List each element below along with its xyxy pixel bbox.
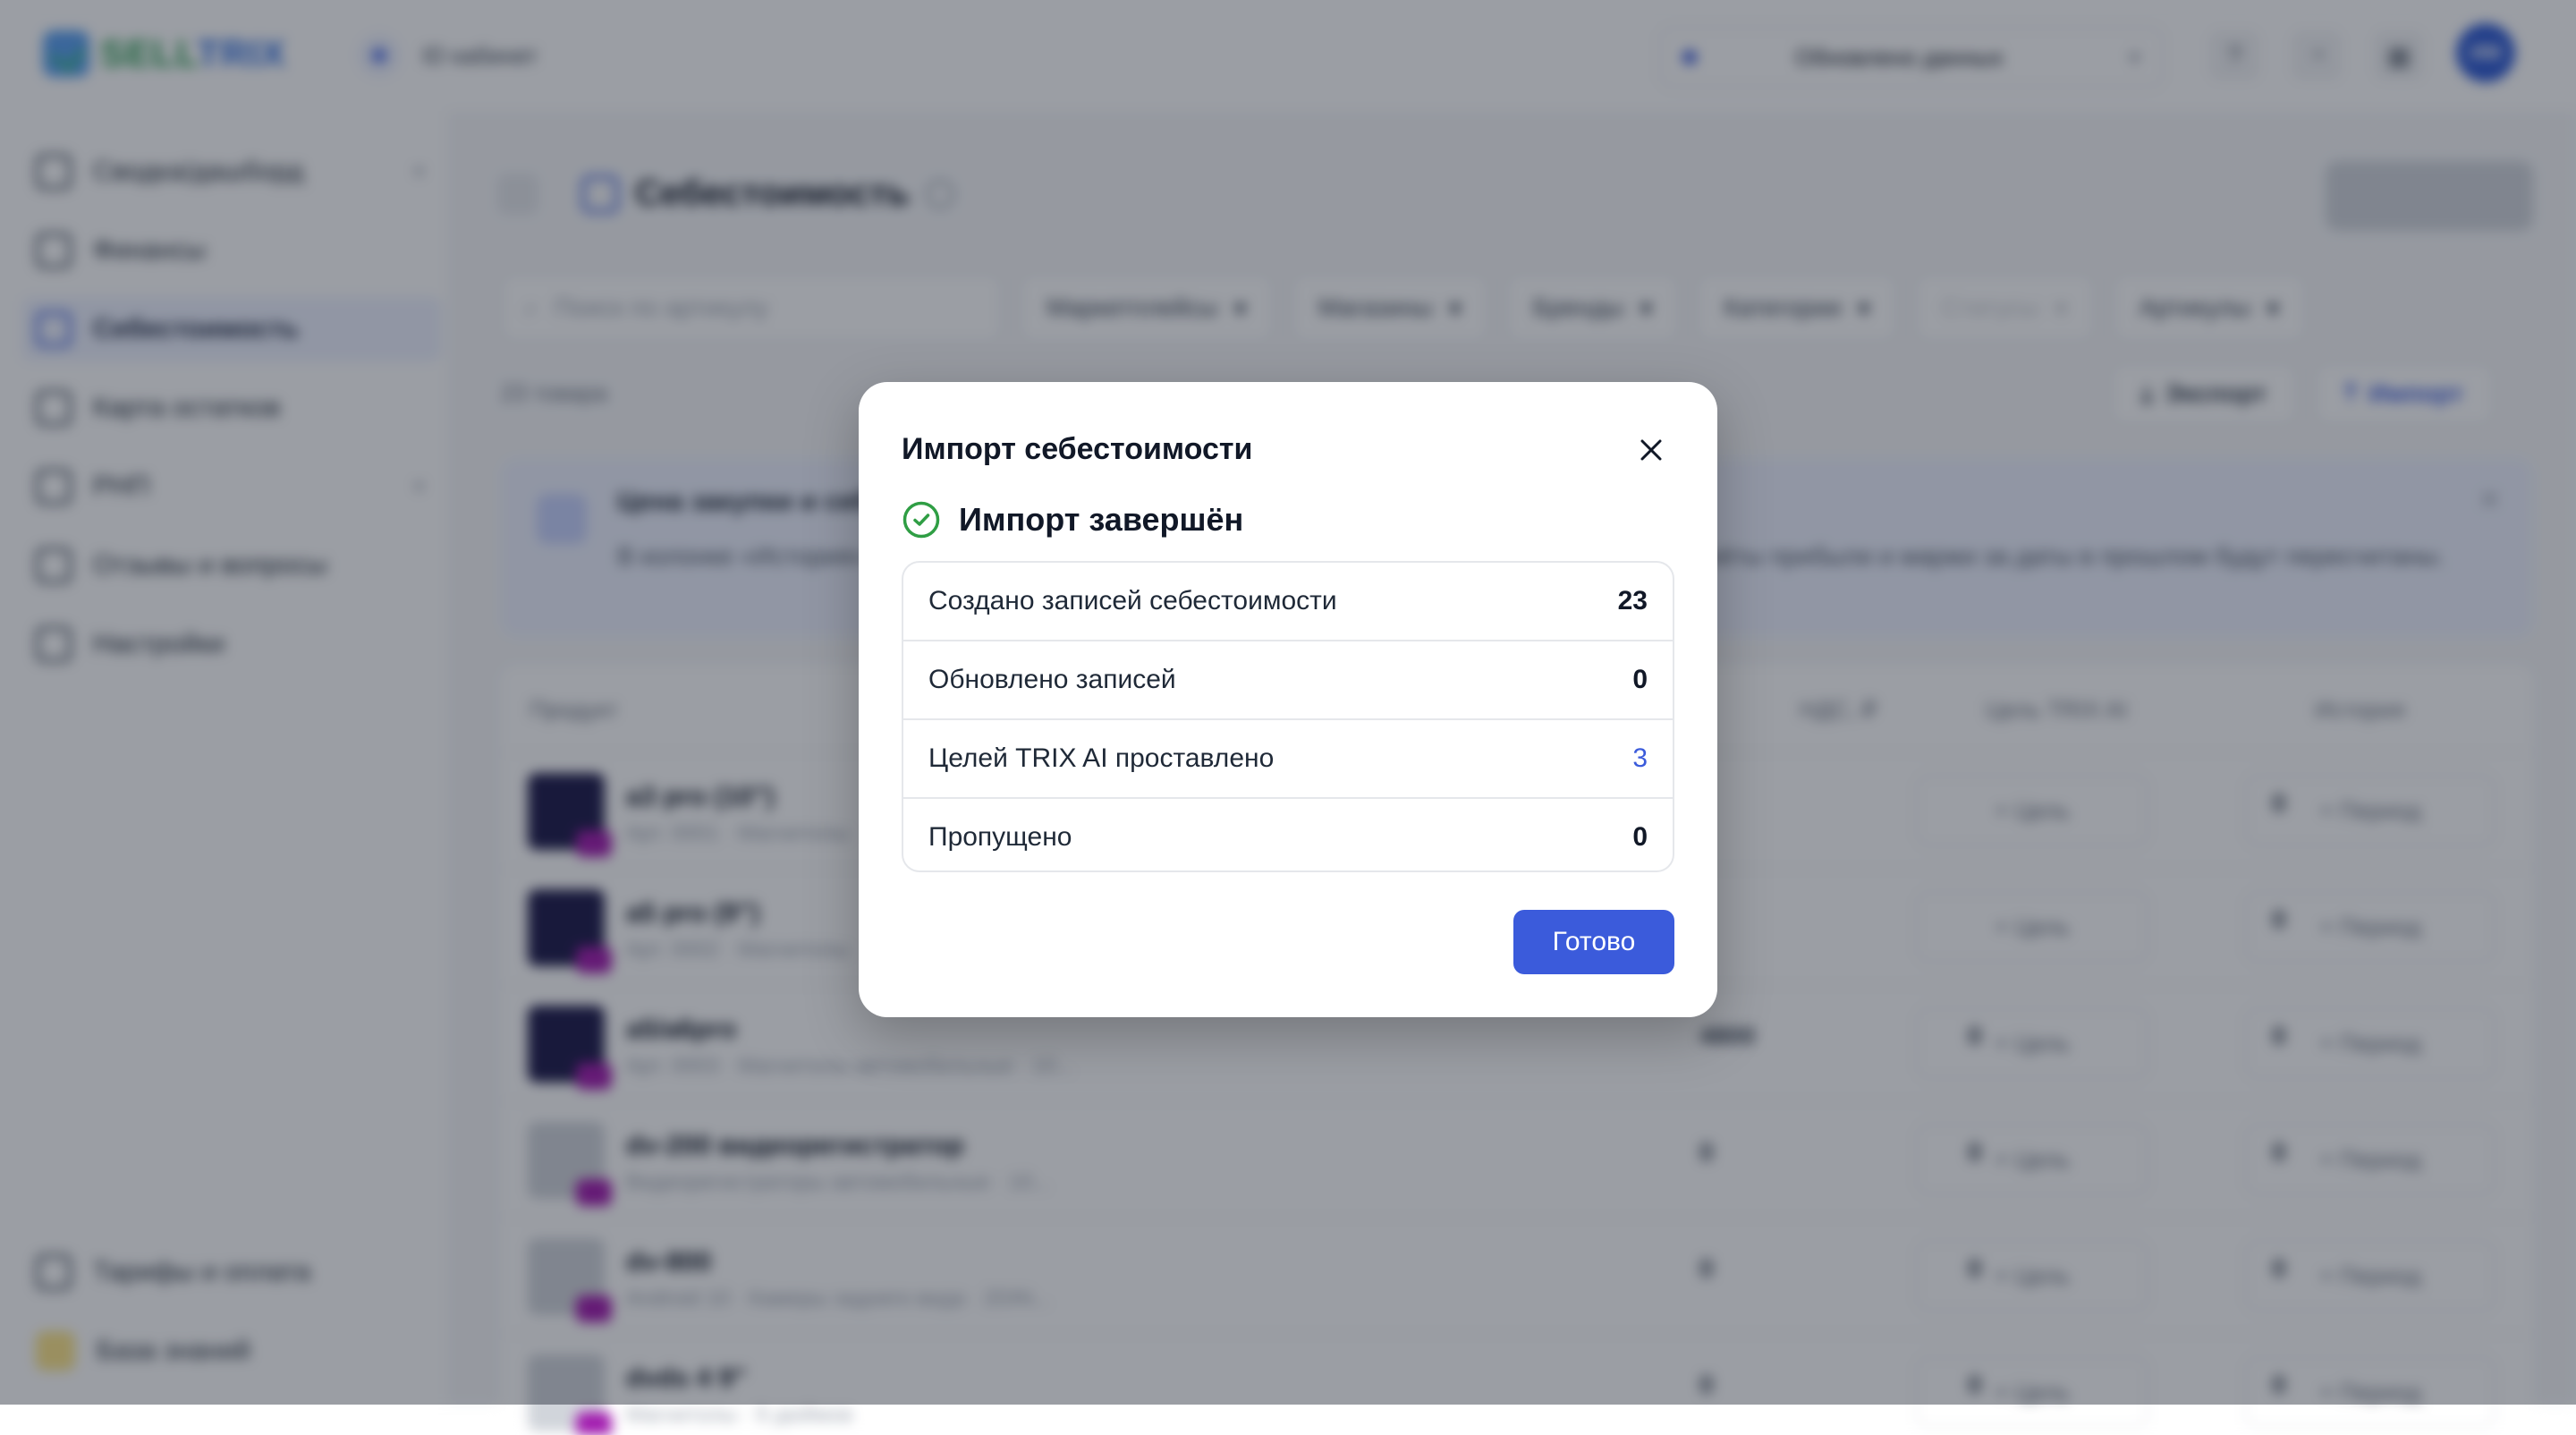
check-circle-icon: [902, 501, 940, 539]
result-row-targets: Целей TRIX AI проставлено 3: [903, 720, 1673, 797]
result-value: 23: [1617, 586, 1648, 616]
import-result-dialog: Импорт себестоимости Импорт завершён Соз…: [859, 382, 1717, 1017]
result-label: Целей TRIX AI проставлено: [928, 743, 1275, 773]
close-button[interactable]: [1630, 429, 1673, 471]
result-label: Обновлено записей: [928, 665, 1176, 694]
result-value: 0: [1632, 822, 1648, 852]
result-value: 0: [1632, 665, 1648, 694]
status-text: Импорт завершён: [959, 501, 1244, 538]
marketplace-badge: [576, 1412, 612, 1435]
import-results-list: Создано записей себестоимости 23 Обновле…: [902, 561, 1674, 872]
close-icon: [1640, 439, 1662, 461]
result-row-skipped: Пропущено 0: [903, 799, 1673, 870]
done-button[interactable]: Готово: [1513, 910, 1674, 974]
product-subtitle: Магнитолы · 9 дюймов: [626, 1403, 853, 1427]
result-label: Создано записей себестоимости: [928, 586, 1337, 616]
result-row-updated: Обновлено записей 0: [903, 641, 1673, 718]
result-label: Пропущено: [928, 822, 1072, 852]
import-status: Импорт завершён: [902, 500, 1243, 539]
result-row-created: Создано записей себестоимости 23: [903, 563, 1673, 640]
result-value: 3: [1632, 743, 1648, 773]
dialog-title: Импорт себестоимости: [902, 432, 1253, 466]
